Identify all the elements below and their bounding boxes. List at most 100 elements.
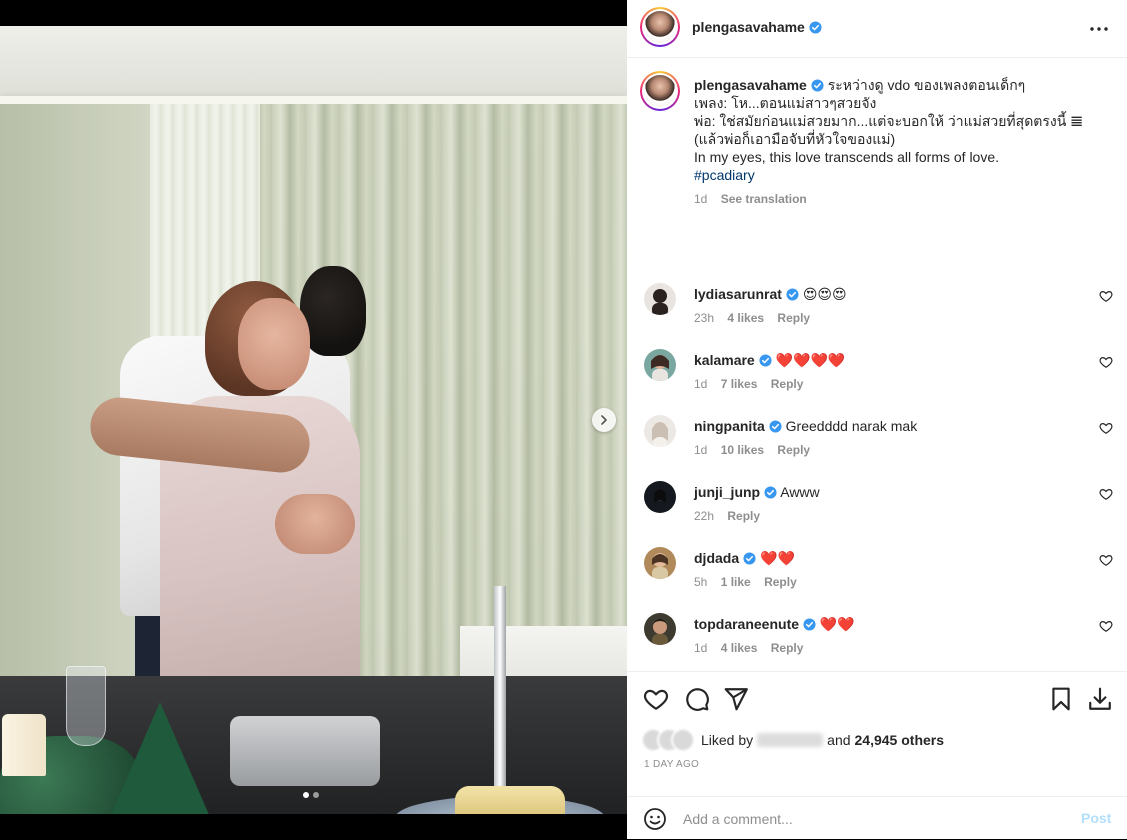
verified-badge-icon [759,354,772,367]
comment-meta: 5h 1 like Reply [694,575,807,589]
commenter-username[interactable]: ningpanita [694,418,765,434]
comment-meta: 1d 10 likes Reply [694,443,820,457]
paper-plane-icon[interactable] [723,686,749,712]
comment-time: 1d [694,443,708,457]
comment-like-heart-icon[interactable] [1099,289,1113,303]
caption-meta: 1d See translation [694,190,1104,208]
carousel-next-button[interactable] [592,408,616,432]
photo-candle-holder [230,716,380,786]
carousel-dot-active [303,792,309,798]
post-photo[interactable] [0,26,627,814]
post-actions: Liked by and 24,945 others 1 DAY AGO Pos… [627,671,1127,839]
commenter-avatar[interactable] [644,283,676,315]
photo-ceiling [0,26,627,98]
comment-meta: 23h 4 likes Reply [694,311,820,325]
emoji-icon[interactable] [643,807,667,831]
reply-button[interactable]: Reply [727,509,760,523]
see-translation-button[interactable]: See translation [721,192,807,206]
comment-item: kalamare ❤️❤️❤️❤️ 1d 7 likes Reply [627,349,1127,415]
comment-likes[interactable]: 4 likes [721,641,758,655]
post-timestamp: 1 DAY AGO [644,759,700,770]
author-avatar[interactable] [640,7,680,47]
instagram-post: plengasavahame plengasavahame ระหว่างดู … [0,0,1127,839]
add-comment-input[interactable] [683,809,1063,829]
reply-button[interactable]: Reply [764,575,797,589]
add-comment-bar: Post [627,796,1127,840]
verified-badge-icon [743,552,756,565]
more-options-button[interactable] [1087,19,1111,39]
bookmark-icon[interactable] [1048,686,1074,712]
hashtag-link[interactable]: #pcadiary [694,167,755,183]
post-media [0,0,627,839]
comment-body: topdaraneenute ❤️❤️ [694,615,1084,633]
comment-text: Greedddd narak mak [785,418,918,434]
comment-likes[interactable]: 10 likes [721,443,764,457]
comment-time: 5h [694,575,708,589]
comment-time: 23h [694,311,715,325]
photo-candle [2,714,46,776]
comment-like-heart-icon[interactable] [1099,421,1113,435]
commenter-username[interactable]: kalamare [694,352,755,368]
reply-button[interactable]: Reply [771,641,804,655]
caption-time: 1d [694,192,708,206]
commenter-username[interactable]: topdaraneenute [694,616,799,632]
caption-line: (แล้วพ่อก็เอามือจับที่หัวใจของแม่) [694,131,896,147]
heart-icon[interactable] [643,686,669,712]
comment-body: junji_junp Awww [694,483,1084,501]
caption-username[interactable]: plengasavahame [694,77,807,93]
comment-like-heart-icon[interactable] [1099,553,1113,567]
photo-cove-light [0,96,627,104]
comment-meta: 1d 4 likes Reply [694,641,813,655]
comment-icon[interactable] [684,686,710,712]
chevron-right-icon [601,415,607,425]
comment-time: 1d [694,641,708,655]
commenter-username[interactable]: lydiasarunrat [694,286,782,302]
comment-item: lydiasarunrat 😍😍😍 23h 4 likes Reply [627,283,1127,349]
likes-and-label: and [827,732,851,748]
comment-likes[interactable]: 4 likes [727,311,764,325]
comment-like-heart-icon[interactable] [1099,619,1113,633]
comment-text: ❤️❤️ [760,550,795,566]
comment-text: 😍😍😍 [802,286,847,302]
comment-like-heart-icon[interactable] [1099,487,1113,501]
likes-count[interactable]: 24,945 others [855,732,945,748]
reply-button[interactable]: Reply [777,311,810,325]
author-username-text[interactable]: plengasavahame [692,19,805,35]
commenter-avatar[interactable] [644,349,676,381]
commenter-avatar[interactable] [644,481,676,513]
download-icon[interactable] [1087,686,1113,712]
comment-body: lydiasarunrat 😍😍😍 [694,285,1084,303]
verified-badge-icon [809,21,822,34]
comment-text: Awww [780,484,820,500]
author-username[interactable]: plengasavahame [692,19,822,35]
verified-badge-icon [769,420,782,433]
carousel-dot [313,792,319,798]
caption-line-1: plengasavahame ระหว่างดู vdo ของเพลงตอนเ… [694,76,1104,94]
likes-summary[interactable]: Liked by and 24,945 others [641,728,944,752]
comment-time: 22h [694,509,715,523]
comment-like-heart-icon[interactable] [1099,355,1113,369]
post-header: plengasavahame [627,0,1127,58]
reply-button[interactable]: Reply [777,443,810,457]
commenter-username[interactable]: djdada [694,550,739,566]
verified-badge-icon [786,288,799,301]
comment-likes[interactable]: 7 likes [721,377,758,391]
commenter-avatar[interactable] [644,547,676,579]
carousel-indicator [303,792,319,798]
caption-author-avatar[interactable] [640,71,680,111]
commenter-avatar[interactable] [644,415,676,447]
comment-body: djdada ❤️❤️ [694,549,1084,567]
commenter-username[interactable]: junji_junp [694,484,760,500]
reply-button[interactable]: Reply [771,377,804,391]
commenter-avatar[interactable] [644,613,676,645]
liker-avatars [641,728,697,752]
comments-section[interactable]: plengasavahame ระหว่างดู vdo ของเพลงตอนเ… [627,59,1127,671]
comment-text: ❤️❤️ [819,616,855,632]
photo-christmas-tree [100,702,220,814]
blurred-liker-name [757,733,824,747]
comment-meta: 22h Reply [694,509,770,523]
comment-likes[interactable]: 1 like [721,575,751,589]
comment-item: djdada ❤️❤️ 5h 1 like Reply [627,547,1127,613]
post-comment-button[interactable]: Post [1081,810,1111,826]
caption-text: ระหว่างดู vdo ของเพลงตอนเด็กๆ [827,77,1026,93]
